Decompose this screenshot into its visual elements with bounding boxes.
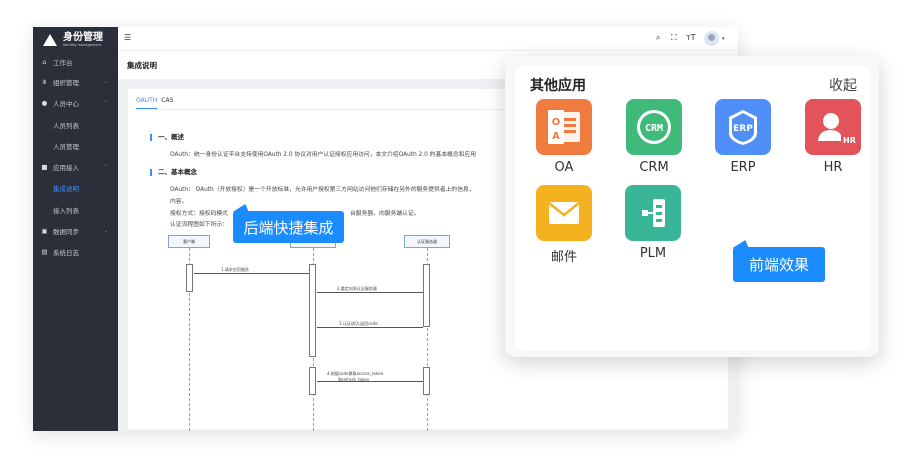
app-tile-mail[interactable]: 邮件 bbox=[536, 185, 592, 265]
other-apps-panel: 其他应用 收起 O A OA CRM CRM ERP ERP HR HR 邮件 … bbox=[505, 56, 879, 357]
message-arrow bbox=[317, 381, 423, 382]
app-label: PLM bbox=[639, 246, 667, 261]
app-label: CRM bbox=[639, 160, 669, 175]
hr-icon: HR bbox=[805, 99, 861, 155]
activation-bar bbox=[186, 264, 193, 292]
message-label: 和refresh_token bbox=[338, 377, 370, 382]
marketing-composite: 身份管理 Identity management ⌂ 工作台 ⋔ 组织管理 ⌄ … bbox=[0, 0, 909, 463]
callout-frontend: 前端效果 bbox=[733, 247, 825, 282]
activation-bar bbox=[423, 264, 430, 327]
svg-text:ERP: ERP bbox=[733, 124, 753, 134]
svg-text:A: A bbox=[552, 131, 560, 142]
actor-auth-server: 认证服务器 bbox=[404, 235, 450, 248]
callout-text: 前端效果 bbox=[748, 256, 809, 274]
svg-text:CRM: CRM bbox=[645, 123, 663, 134]
app-tile-crm[interactable]: CRM CRM bbox=[626, 99, 682, 179]
message-arrow bbox=[317, 327, 423, 328]
message-label: 1.请求应用服务 bbox=[221, 267, 249, 272]
activation-bar bbox=[423, 367, 430, 395]
app-tile-oa[interactable]: O A OA bbox=[536, 99, 592, 179]
mail-icon bbox=[536, 185, 592, 241]
message-arrow bbox=[317, 292, 423, 293]
crm-icon: CRM bbox=[626, 99, 682, 155]
oa-icon: O A bbox=[536, 99, 592, 155]
app-label: 邮件 bbox=[550, 250, 577, 265]
message-label: 2.重定向到认证服务器 bbox=[337, 286, 377, 291]
message-label: 3.认证成功,返回code bbox=[339, 321, 378, 326]
activation-bar bbox=[309, 367, 316, 395]
app-label: HR bbox=[823, 160, 843, 175]
message-arrow bbox=[194, 273, 309, 274]
callout-text: 后端快捷集成 bbox=[243, 218, 334, 237]
app-label: ERP bbox=[730, 160, 756, 175]
actor-client: 客户端 bbox=[168, 235, 210, 248]
svg-text:HR: HR bbox=[843, 136, 856, 145]
collapse-button[interactable]: 收起 bbox=[829, 75, 857, 95]
panel-title: 其他应用 bbox=[530, 78, 586, 94]
app-tile-plm[interactable]: PLM bbox=[625, 185, 681, 265]
activation-bar bbox=[309, 264, 316, 357]
app-label: OA bbox=[554, 160, 574, 175]
app-tile-erp[interactable]: ERP ERP bbox=[715, 99, 771, 179]
callout-backend: 后端快捷集成 bbox=[233, 211, 344, 243]
plm-icon bbox=[625, 185, 681, 241]
erp-icon: ERP bbox=[715, 99, 771, 155]
svg-text:O: O bbox=[552, 117, 561, 128]
app-tile-hr[interactable]: HR HR bbox=[805, 99, 861, 179]
other-apps-card: 其他应用 收起 O A OA CRM CRM ERP ERP HR HR 邮件 … bbox=[515, 66, 870, 351]
